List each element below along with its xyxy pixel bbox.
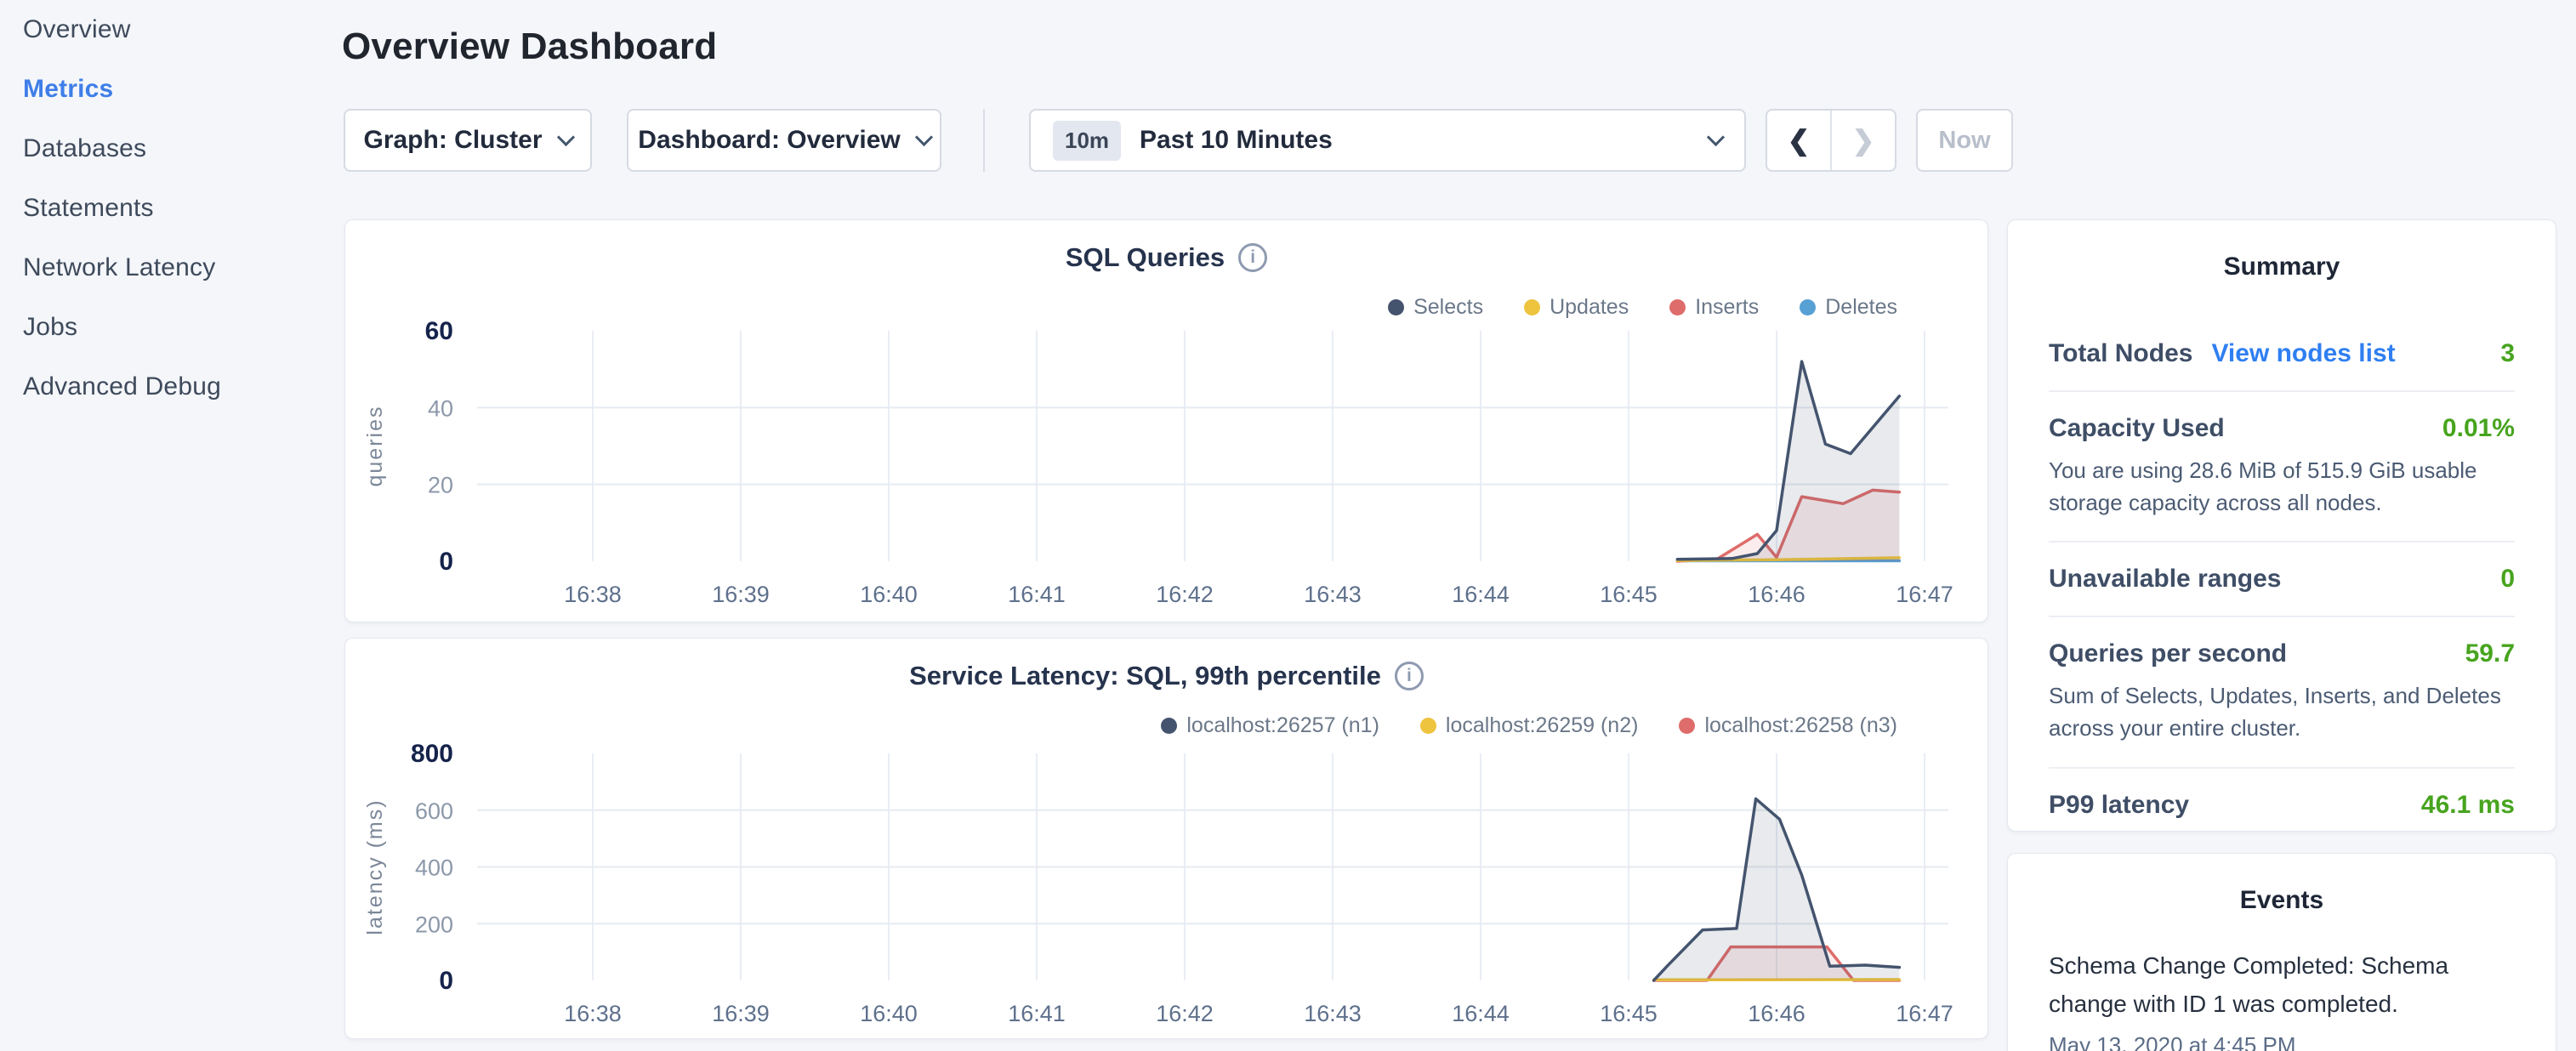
svg-text:16:44: 16:44 xyxy=(1452,582,1510,607)
sidebar-item-advanced-debug[interactable]: Advanced Debug xyxy=(0,357,340,417)
sidebar-item-network-latency[interactable]: Network Latency xyxy=(0,238,340,298)
summary-title: Summary xyxy=(2049,220,2515,281)
svg-text:16:39: 16:39 xyxy=(712,1001,770,1026)
event-item-timestamp: May 13, 2020 at 4:45 PM xyxy=(2049,1032,2515,1051)
svg-text:16:43: 16:43 xyxy=(1304,1001,1362,1026)
summary-label: Unavailable ranges xyxy=(2049,565,2281,594)
svg-text:200: 200 xyxy=(415,912,453,937)
summary-label: Capacity Used xyxy=(2049,414,2225,443)
svg-text:16:46: 16:46 xyxy=(1748,582,1805,607)
svg-text:queries: queries xyxy=(363,406,387,487)
svg-text:800: 800 xyxy=(411,740,453,768)
view-nodes-list-link[interactable]: View nodes list xyxy=(2211,339,2395,368)
svg-text:40: 40 xyxy=(428,395,453,421)
service-latency-plot[interactable]: 16:38 16:39 16:40 16:41 16:42 16:43 16:44 16:45… xyxy=(345,639,1989,1040)
events-title: Events xyxy=(2049,854,2515,915)
graph-select-dropdown[interactable]: Graph: Cluster xyxy=(344,109,592,172)
svg-text:16:39: 16:39 xyxy=(712,582,770,607)
time-pager: ❮ ❯ xyxy=(1766,109,1896,172)
svg-text:0: 0 xyxy=(439,967,453,995)
graph-select-label: Graph: Cluster xyxy=(363,126,542,155)
summary-row-queries-per-second: Queries per second 59.7 Sum of Selects, … xyxy=(2049,617,2515,768)
sql-queries-plot[interactable]: 16:38 16:39 16:40 16:41 16:42 16:43 16:44 16:45… xyxy=(345,220,1989,623)
svg-text:16:42: 16:42 xyxy=(1156,582,1214,607)
svg-text:16:40: 16:40 xyxy=(860,1001,918,1026)
dashboard-select-label: Dashboard: Overview xyxy=(638,126,900,155)
svg-text:16:38: 16:38 xyxy=(564,1001,622,1026)
svg-text:latency (ms): latency (ms) xyxy=(363,798,387,935)
svg-text:16:47: 16:47 xyxy=(1896,582,1953,607)
summary-label: Queries per second xyxy=(2049,639,2287,668)
svg-text:16:38: 16:38 xyxy=(564,582,622,607)
summary-value: 3 xyxy=(2500,339,2515,368)
summary-label: P99 latency xyxy=(2049,791,2189,820)
page-title: Overview Dashboard xyxy=(342,26,717,68)
svg-text:600: 600 xyxy=(415,798,453,824)
summary-description: You are using 28.6 MiB of 515.9 GiB usab… xyxy=(2049,455,2515,519)
svg-text:16:45: 16:45 xyxy=(1600,582,1658,607)
time-range-badge: 10m xyxy=(1053,121,1121,161)
svg-text:16:47: 16:47 xyxy=(1896,1001,1953,1026)
chevron-down-icon xyxy=(1707,128,1725,145)
summary-row-unavailable-ranges: Unavailable ranges 0 xyxy=(2049,543,2515,617)
summary-row-capacity-used: Capacity Used 0.01% You are using 28.6 M… xyxy=(2049,392,2515,543)
sidebar-item-jobs[interactable]: Jobs xyxy=(0,298,340,357)
summary-value: 46.1 ms xyxy=(2421,791,2515,820)
svg-text:60: 60 xyxy=(425,317,453,345)
time-range-dropdown[interactable]: 10m Past 10 Minutes xyxy=(1029,109,1746,172)
now-button[interactable]: Now xyxy=(1916,109,2013,172)
chevron-down-icon xyxy=(915,128,933,145)
svg-text:400: 400 xyxy=(415,855,453,881)
dashboard-select-dropdown[interactable]: Dashboard: Overview xyxy=(627,109,941,172)
time-range-label: Past 10 Minutes xyxy=(1140,126,1333,155)
svg-text:16:46: 16:46 xyxy=(1748,1001,1805,1026)
prev-time-button[interactable]: ❮ xyxy=(1767,111,1832,170)
summary-value: 0.01% xyxy=(2442,414,2515,443)
summary-value: 59.7 xyxy=(2465,639,2515,668)
service-latency-chart-card: Service Latency: SQL, 99th percentile i … xyxy=(344,638,1988,1039)
event-item-text[interactable]: Schema Change Completed: Schema change w… xyxy=(2049,947,2515,1024)
summary-description: Sum of Selects, Updates, Inserts, and De… xyxy=(2049,680,2515,744)
sidebar-item-metrics[interactable]: Metrics xyxy=(0,60,340,119)
svg-text:16:43: 16:43 xyxy=(1304,582,1362,607)
svg-text:16:41: 16:41 xyxy=(1008,582,1066,607)
summary-panel: Summary Total Nodes View nodes list 3 Ca… xyxy=(2007,219,2556,832)
sidebar-item-databases[interactable]: Databases xyxy=(0,119,340,179)
sql-queries-chart-card: SQL Queries i SelectsUpdatesInsertsDelet… xyxy=(344,219,1988,622)
svg-text:16:45: 16:45 xyxy=(1600,1001,1658,1026)
summary-label: Total Nodes xyxy=(2049,339,2192,368)
sidebar-item-overview[interactable]: Overview xyxy=(0,0,340,60)
sidebar-item-statements[interactable]: Statements xyxy=(0,179,340,238)
summary-value: 0 xyxy=(2500,565,2515,594)
summary-row-p99-latency: P99 latency 46.1 ms xyxy=(2049,769,2515,842)
sidebar: Overview Metrics Databases Statements Ne… xyxy=(0,0,340,1051)
svg-text:16:42: 16:42 xyxy=(1156,1001,1214,1026)
svg-text:16:44: 16:44 xyxy=(1452,1001,1510,1026)
svg-text:0: 0 xyxy=(439,548,453,576)
svg-text:20: 20 xyxy=(428,473,453,498)
svg-text:16:40: 16:40 xyxy=(860,582,918,607)
next-time-button[interactable]: ❯ xyxy=(1832,111,1895,170)
toolbar-divider xyxy=(983,109,985,172)
events-panel: Events Schema Change Completed: Schema c… xyxy=(2007,853,2556,1051)
svg-text:16:41: 16:41 xyxy=(1008,1001,1066,1026)
chevron-down-icon xyxy=(556,128,574,145)
summary-row-total-nodes: Total Nodes View nodes list 3 xyxy=(2049,317,2515,392)
